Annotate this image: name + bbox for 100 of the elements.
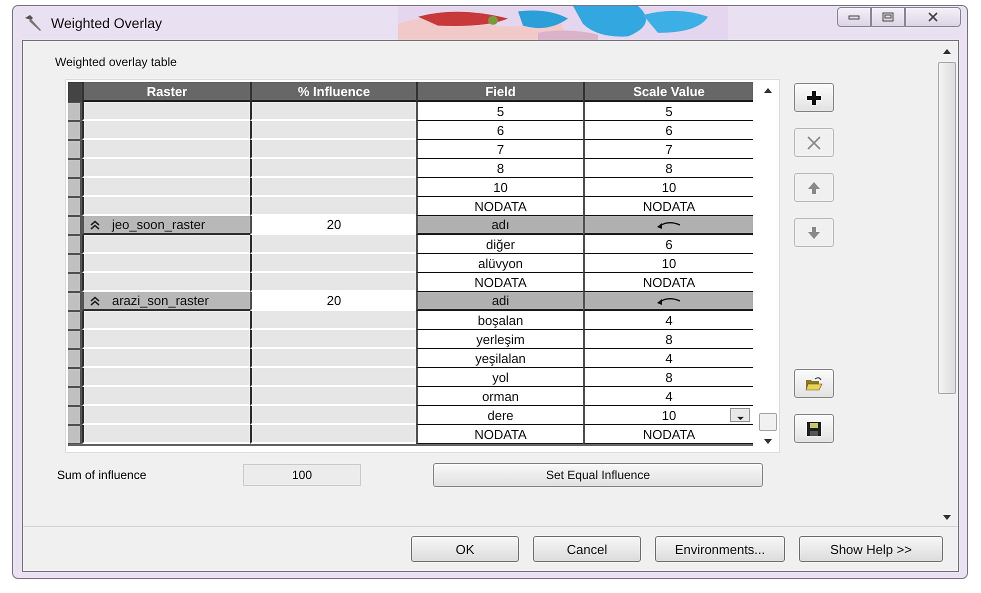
scale-value: 8 [665,160,673,176]
scale-value: 10 [662,408,676,422]
table-cell: 10 [416,178,583,197]
table-cell[interactable]: 10 [583,406,753,425]
caret-icon [736,416,744,421]
minimize-button[interactable] [837,7,871,27]
table-cell: orman [416,387,583,406]
table-cell[interactable]: 5 [583,102,753,121]
close-icon [927,11,939,23]
table-cell[interactable]: 8 [583,159,753,178]
dialog-button[interactable]: Cancel [533,536,641,562]
table-cell[interactable]: NODATA [583,425,753,444]
dropdown-button[interactable] [730,408,750,422]
scale-value: 10 [662,180,676,194]
undo-icon[interactable] [656,220,682,230]
column-header[interactable]: Raster [82,82,250,102]
scroll-thumb[interactable] [938,62,956,394]
close-button[interactable] [905,7,961,27]
table-cell: NODATA [416,197,583,216]
scale-value: NODATA [642,426,696,442]
arrow-up-icon [806,180,822,196]
scroll-down-icon[interactable] [764,439,772,444]
collapse-icon[interactable] [90,220,100,230]
table-cell[interactable]: 8 [583,330,753,349]
row-selector[interactable] [68,235,82,254]
table-cell: 7 [416,140,583,159]
table-cell: alüvyon [416,254,583,273]
table-cell: 5 [416,102,583,121]
row-selector[interactable] [68,140,82,159]
dialog-button[interactable]: OK [411,536,519,562]
table-cell[interactable]: NODATA [583,197,753,216]
window-title: Weighted Overlay [51,15,162,31]
row-selector[interactable] [68,368,82,387]
folder-icon [805,376,823,392]
plus-icon [806,90,822,106]
maximize-icon [882,11,894,23]
dialog-button[interactable]: Show Help >> [799,536,943,562]
column-header[interactable]: % Influence [250,82,416,102]
row-selector[interactable] [68,102,82,121]
row-selector[interactable] [68,178,82,197]
table-cell[interactable]: 10 [583,254,753,273]
table-cell[interactable]: 4 [583,349,753,368]
table-cell[interactable]: 6 [583,121,753,140]
minimize-icon [848,14,860,20]
table-cell: 6 [416,121,583,140]
scale-value: 4 [665,312,673,328]
row-selector[interactable] [68,292,82,311]
table-cell[interactable]: 7 [583,140,753,159]
scale-value: 5 [665,104,673,118]
scroll-down-icon[interactable] [943,515,951,520]
row-selector[interactable] [68,330,82,349]
scale-value: 6 [665,122,673,138]
scale-value: 8 [665,332,673,346]
raster-name: jeo_soon_raster [112,217,206,232]
row-selector[interactable] [68,311,82,330]
table-cell: 8 [416,159,583,178]
scroll-up-icon[interactable] [943,49,951,54]
table-cell: NODATA [416,273,583,292]
row-selector[interactable] [68,254,82,273]
row-selector[interactable] [68,406,82,425]
row-selector[interactable] [68,121,82,140]
hammer-icon [23,13,43,33]
row-selector[interactable] [68,425,82,444]
set-equal-influence-button[interactable]: Set Equal Influence [433,463,763,487]
save-button[interactable] [794,414,834,443]
close-icon [806,134,822,150]
table-cell: adı [416,216,583,235]
arrow-down-icon [806,224,822,240]
table-cell[interactable]: 4 [583,311,753,330]
table-cell: adi [416,292,583,311]
table-cell[interactable]: 4 [583,387,753,406]
scroll-up-icon[interactable] [764,88,772,93]
scale-value: NODATA [642,274,696,290]
corner-cell [68,82,82,102]
undo-icon[interactable] [656,296,682,306]
scale-value: 8 [665,370,673,384]
table-cell: NODATA [416,425,583,444]
table-cell[interactable]: 8 [583,368,753,387]
row-selector[interactable] [68,159,82,178]
maximize-button[interactable] [871,7,905,27]
table-cell[interactable]: 6 [583,235,753,254]
table-cell: yeşilalan [416,349,583,368]
column-header[interactable]: Scale Value [583,82,753,102]
collapse-icon[interactable] [90,296,100,306]
row-selector[interactable] [68,273,82,292]
dialog-button[interactable]: Environments... [655,536,785,562]
row-selector[interactable] [68,387,82,406]
section-label: Weighted overlay table [55,55,178,71]
open-button[interactable] [794,369,834,398]
row-selector[interactable] [68,197,82,216]
table-cell[interactable]: NODATA [583,273,753,292]
sum-label: Sum of influence [57,468,148,482]
table-cell: dere [416,406,583,425]
column-header[interactable]: Field [416,82,583,102]
table-cell[interactable]: 10 [583,178,753,197]
table-cell: yerleşim [416,330,583,349]
scroll-thumb[interactable] [759,413,777,431]
row-selector[interactable] [68,349,82,368]
add-button[interactable] [794,83,834,112]
row-selector[interactable] [68,216,82,235]
